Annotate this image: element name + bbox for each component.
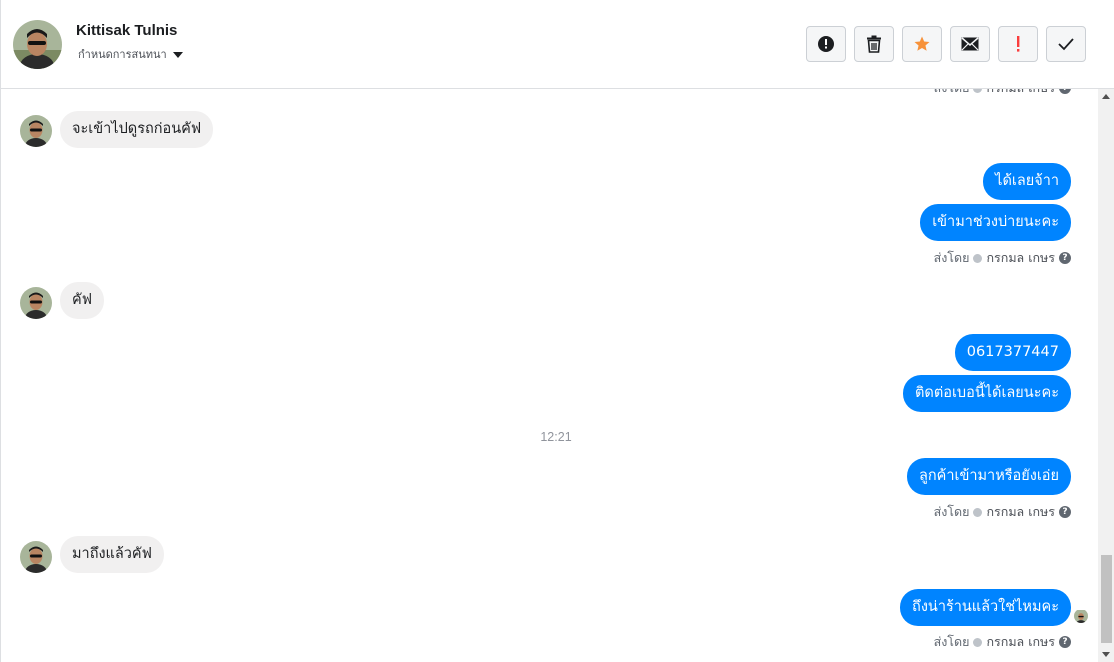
thread-scrollbar[interactable] — [1098, 89, 1114, 662]
check-icon — [1058, 38, 1074, 51]
message-outgoing[interactable]: ถึงน่าร้านแล้วใช่ไหมคะ — [900, 589, 1071, 626]
message-text: ลูกค้าเข้ามาหรือยังเอ่ย — [906, 458, 1071, 495]
mail-icon — [961, 37, 979, 51]
assign-conversation-dropdown[interactable]: กำหนดการสนทนา — [78, 45, 183, 63]
sent-by-label: ส่งโดย กรกมล เกษร ? — [934, 248, 1071, 268]
sent-check-icon — [973, 89, 983, 93]
exclamation-icon — [1017, 36, 1020, 52]
message-text: ติดต่อเบอนี้ได้เลยนะคะ — [903, 375, 1071, 412]
sent-check-icon — [973, 507, 983, 517]
scroll-down-arrow-icon[interactable] — [1102, 652, 1110, 657]
help-icon[interactable]: ? — [1059, 252, 1071, 264]
message-text: 0617377447 — [954, 334, 1071, 371]
timestamp-divider: 12:21 — [540, 430, 572, 444]
action-toolbar — [806, 26, 1086, 62]
contact-name: Kittisak Tulnis — [76, 22, 178, 39]
sent-by-label: ส่งโดย กรกมล เกษร ? — [934, 632, 1071, 652]
report-icon — [818, 36, 834, 52]
message-text: เข้ามาช่วงบ่ายนะคะ — [920, 204, 1071, 241]
message-outgoing[interactable]: เข้ามาช่วงบ่ายนะคะ — [920, 204, 1071, 241]
conversation-panel: Kittisak Tulnis กำหนดการสนทนา จะเข้าไปดู… — [0, 0, 1114, 662]
star-button[interactable] — [902, 26, 942, 62]
delete-button[interactable] — [854, 26, 894, 62]
sent-by-label: ส่งโดย กรกมล เกษร ? — [934, 89, 1071, 98]
message-text: จะเข้าไปดูรถก่อนคัฟ — [60, 111, 214, 148]
sent-check-icon — [973, 637, 983, 647]
read-receipt-avatar — [1074, 609, 1088, 623]
message-text: ได้เลยจ้าา — [983, 163, 1071, 200]
message-outgoing[interactable]: ติดต่อเบอนี้ได้เลยนะคะ — [903, 375, 1071, 412]
sender-avatar — [20, 287, 52, 319]
sender-avatar — [20, 541, 52, 573]
message-outgoing[interactable]: 0617377447 — [954, 334, 1071, 371]
scrollbar-thumb[interactable] — [1101, 555, 1112, 643]
sender-avatar — [20, 115, 52, 147]
help-icon[interactable]: ? — [1059, 636, 1071, 648]
message-text: ถึงน่าร้านแล้วใช่ไหมคะ — [900, 589, 1071, 626]
caret-down-icon — [172, 51, 183, 58]
mark-spam-button[interactable] — [998, 26, 1038, 62]
message-outgoing[interactable]: ลูกค้าเข้ามาหรือยังเอ่ย — [906, 458, 1071, 495]
conversation-header: Kittisak Tulnis กำหนดการสนทนา — [1, 0, 1114, 89]
mark-unread-button[interactable] — [950, 26, 990, 62]
sent-by-label: ส่งโดย กรกมล เกษร ? — [934, 502, 1071, 522]
message-incoming[interactable]: มาถึงแล้วคัฟ — [60, 536, 164, 573]
message-text: มาถึงแล้วคัฟ — [60, 536, 164, 573]
trash-icon — [867, 35, 881, 53]
message-incoming[interactable]: จะเข้าไปดูรถก่อนคัฟ — [60, 111, 214, 148]
message-outgoing[interactable]: ได้เลยจ้าา — [983, 163, 1071, 200]
contact-avatar[interactable] — [13, 20, 62, 69]
help-icon[interactable]: ? — [1059, 506, 1071, 518]
report-button[interactable] — [806, 26, 846, 62]
mark-done-button[interactable] — [1046, 26, 1086, 62]
star-icon — [914, 36, 930, 51]
help-icon[interactable]: ? — [1059, 89, 1071, 94]
message-incoming[interactable]: คัฟ — [60, 282, 104, 319]
message-text: คัฟ — [60, 282, 104, 319]
assign-conversation-label: กำหนดการสนทนา — [78, 49, 167, 61]
message-thread[interactable]: ส่งโดย กรกมล เกษร ? จะเข้าไปดูรถก่อนคัฟ … — [1, 89, 1098, 662]
sent-check-icon — [973, 253, 983, 263]
scroll-up-arrow-icon[interactable] — [1102, 94, 1110, 99]
